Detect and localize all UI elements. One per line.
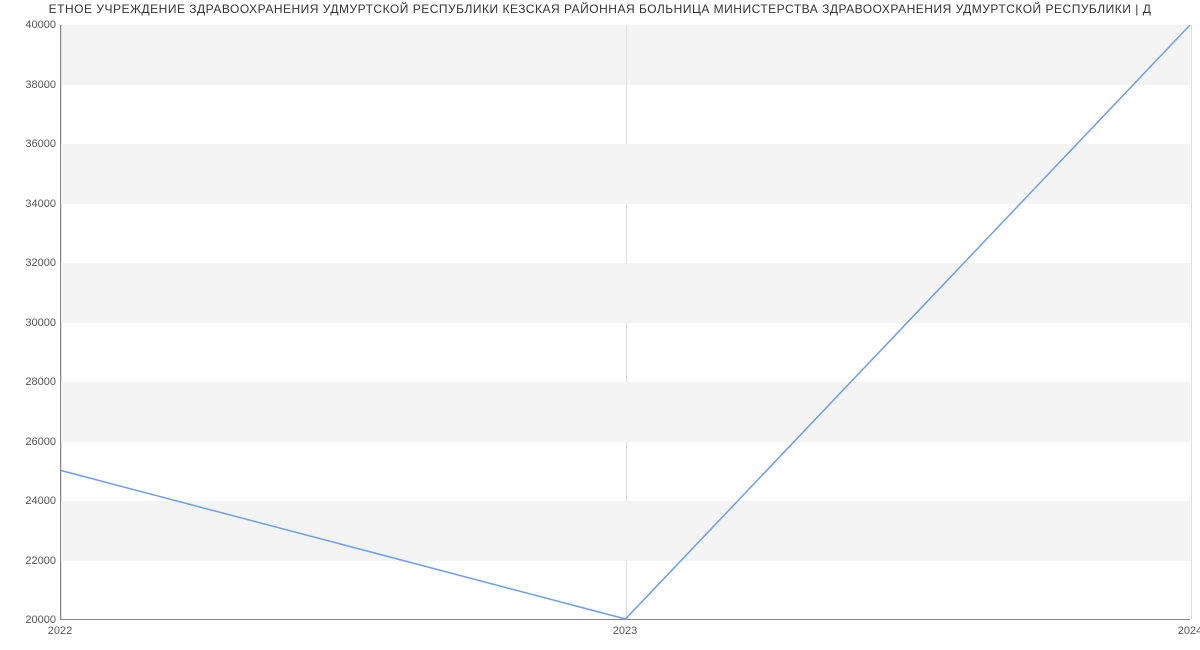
- y-tick-label: 22000: [6, 555, 56, 567]
- x-tick-label: 2024: [1178, 625, 1200, 637]
- y-tick-label: 34000: [6, 198, 56, 210]
- y-tick-label: 40000: [6, 19, 56, 31]
- y-tick-label: 32000: [6, 257, 56, 269]
- plot-area: [60, 25, 1190, 620]
- line-series: [61, 25, 1190, 619]
- chart-title: ЕТНОЕ УЧРЕЖДЕНИЕ ЗДРАВООХРАНЕНИЯ УДМУРТС…: [0, 2, 1200, 16]
- y-tick-label: 26000: [6, 436, 56, 448]
- x-tick-label: 2022: [48, 625, 72, 637]
- chart-container: ЕТНОЕ УЧРЕЖДЕНИЕ ЗДРАВООХРАНЕНИЯ УДМУРТС…: [0, 0, 1200, 650]
- y-tick-label: 24000: [6, 495, 56, 507]
- y-tick-label: 38000: [6, 79, 56, 91]
- y-tick-label: 30000: [6, 317, 56, 329]
- x-tick-label: 2023: [613, 625, 637, 637]
- y-tick-label: 28000: [6, 376, 56, 388]
- x-gridline: [1191, 25, 1192, 619]
- y-tick-label: 36000: [6, 138, 56, 150]
